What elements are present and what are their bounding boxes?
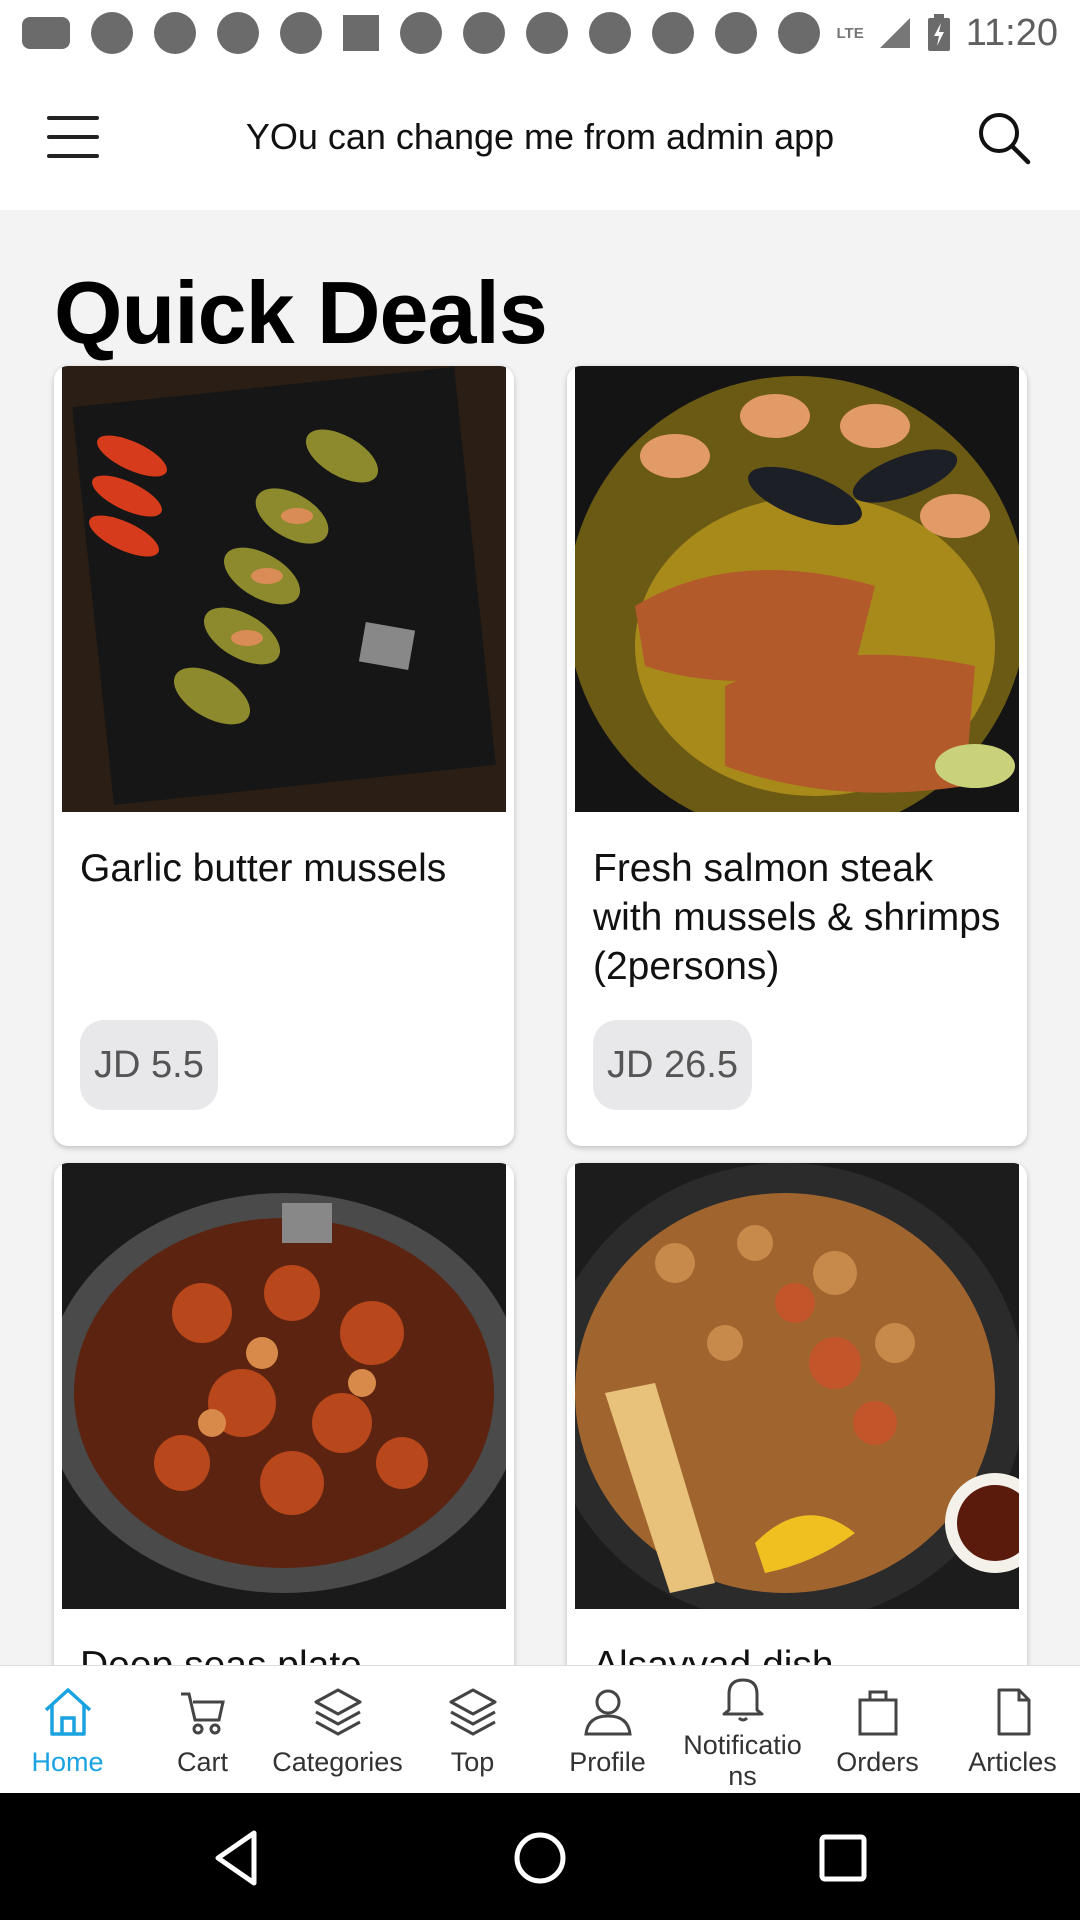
notification-dot-icon: [400, 12, 442, 54]
nav-label: Articles: [968, 1747, 1057, 1777]
app-title: YOu can change me from admin app: [245, 116, 835, 157]
bottom-navigation: Home Cart Categories Top Profile Notific…: [0, 1665, 1080, 1793]
nav-label: Notificatio ns: [683, 1730, 802, 1791]
product-card[interactable]: Garlic butter mussels JD 5.5: [54, 366, 514, 1146]
bell-icon: [722, 1678, 764, 1722]
nav-item-notifications[interactable]: Notificatio ns: [675, 1666, 810, 1794]
notification-dot-icon: [652, 12, 694, 54]
person-icon: [584, 1689, 632, 1736]
app-bar: YOu can change me from admin app: [0, 66, 1080, 210]
nav-item-home[interactable]: Home: [0, 1666, 135, 1794]
home-button-icon[interactable]: [505, 1823, 575, 1893]
product-card[interactable]: Alsayyad dish: [567, 1163, 1027, 1665]
product-image: [62, 366, 506, 812]
product-card[interactable]: Fresh salmon steak with mussels & shrimp…: [567, 366, 1027, 1146]
notification-dot-icon: [589, 12, 631, 54]
message-icon: [22, 17, 70, 49]
battery-icon: [927, 14, 950, 51]
notification-dot-icon: [778, 12, 820, 54]
document-icon: [997, 1688, 1031, 1736]
notification-square-icon: [343, 15, 379, 51]
recents-icon[interactable]: [808, 1823, 878, 1893]
nav-label: Home: [31, 1747, 104, 1777]
notification-dot-icon: [154, 12, 196, 54]
home-icon: [44, 1688, 92, 1736]
nav-label: Top: [450, 1747, 495, 1777]
layers-icon: [449, 1688, 497, 1736]
notification-dot-icon: [463, 12, 505, 54]
nav-item-top[interactable]: Top: [405, 1666, 540, 1794]
nav-label: Categories: [272, 1747, 403, 1777]
price-badge: JD 26.5: [593, 1020, 752, 1110]
main-content[interactable]: Quick Deals Garlic butter mussels JD 5.5: [0, 210, 1080, 1665]
notification-dot-icon: [280, 12, 322, 54]
product-image: [62, 1163, 506, 1609]
product-name: Deep seas plate: [80, 1641, 500, 1665]
notification-dot-icon: [217, 12, 259, 54]
system-navigation-bar: [0, 1793, 1080, 1920]
layers-icon: [314, 1688, 362, 1736]
notification-dot-icon: [715, 12, 757, 54]
clock: 11:20: [965, 11, 1058, 54]
product-image: [575, 366, 1019, 812]
nav-item-categories[interactable]: Categories: [270, 1666, 405, 1794]
notification-dot-icon: [526, 12, 568, 54]
section-title: Quick Deals: [54, 263, 548, 362]
product-card[interactable]: Deep seas plate: [54, 1163, 514, 1665]
product-name: Alsayyad dish: [593, 1641, 1013, 1665]
nav-item-articles[interactable]: Articles: [945, 1666, 1080, 1794]
back-icon[interactable]: [202, 1823, 272, 1893]
cart-icon: [181, 1692, 225, 1735]
product-name: Garlic butter mussels: [80, 847, 447, 890]
notification-dot-icon: [91, 12, 133, 54]
nav-item-cart[interactable]: Cart: [135, 1666, 270, 1794]
nav-label: Profile: [569, 1747, 646, 1777]
status-bar: LTE 11:20: [0, 0, 1080, 66]
network-type: LTE: [836, 24, 864, 42]
signal-icon: [879, 18, 910, 48]
product-name: Fresh salmon steak with mussels & shrimp…: [593, 847, 1001, 988]
notification-icons: [22, 12, 820, 54]
nav-item-profile[interactable]: Profile: [540, 1666, 675, 1794]
search-icon[interactable]: [976, 110, 1032, 166]
nav-item-orders[interactable]: Orders: [810, 1666, 945, 1794]
price-badge: JD 5.5: [80, 1020, 218, 1110]
bag-icon: [858, 1690, 898, 1736]
nav-label: Orders: [836, 1747, 919, 1777]
product-image: [575, 1163, 1019, 1609]
nav-label: Cart: [176, 1747, 228, 1777]
